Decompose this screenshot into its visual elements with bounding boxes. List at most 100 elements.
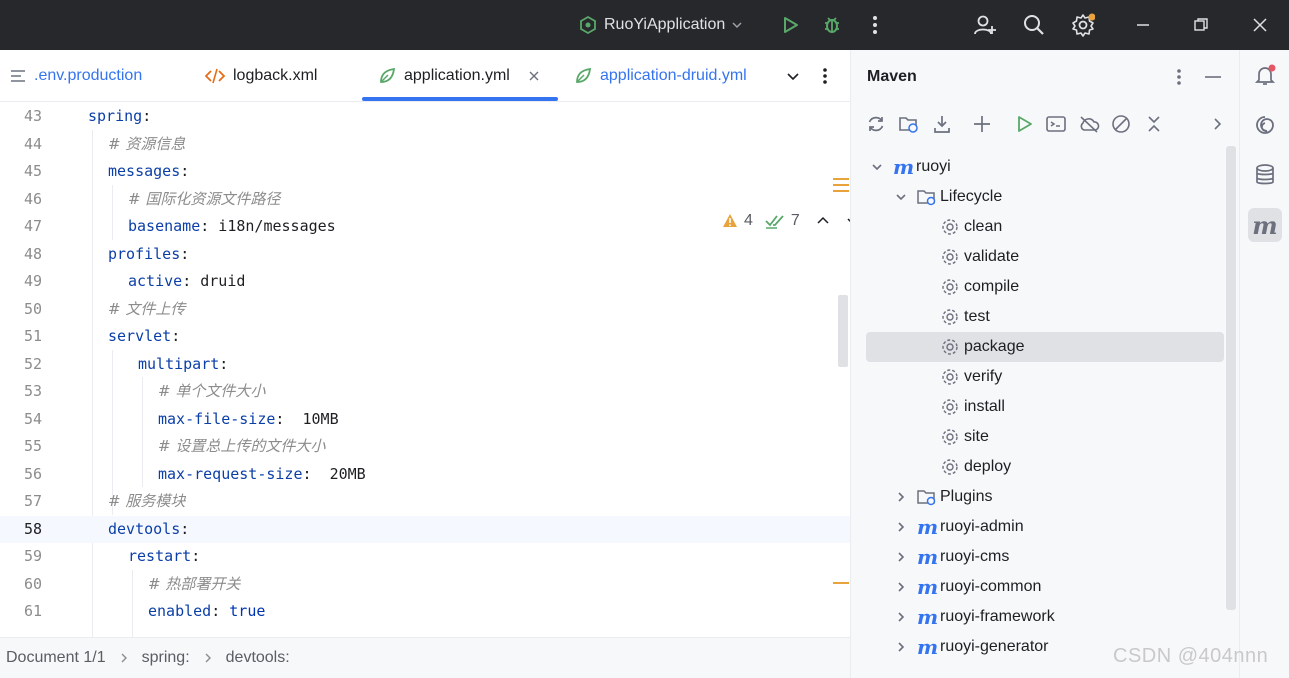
yaml-key: multipart [138, 354, 220, 373]
execute-goal-button[interactable] [1044, 112, 1068, 136]
yaml-separator: : [180, 162, 190, 180]
ai-spiral-icon [1256, 116, 1274, 134]
run-configuration-label: RuoYiApplication [604, 16, 726, 33]
tree-item-goal-test[interactable]: test [866, 302, 1224, 332]
tree-item-ruoyi[interactable]: m ruoyi [866, 152, 1224, 182]
ai-assistant-button[interactable] [1248, 108, 1282, 142]
tree-item-lifecycle[interactable]: Lifecycle [866, 182, 1224, 212]
close-tab-icon[interactable] [528, 70, 540, 82]
chevron-down-icon[interactable] [870, 160, 884, 174]
bug-icon [825, 17, 839, 33]
settings-button[interactable] [1070, 12, 1096, 38]
download-icon [934, 116, 950, 133]
close-window-button[interactable] [1247, 12, 1273, 38]
chevron-up-icon[interactable] [816, 214, 830, 228]
tree-item-goal-validate[interactable]: validate [866, 242, 1224, 272]
tab-application-druid-yml[interactable]: application-druid.yml [574, 50, 747, 102]
editor-scrollbar-thumb[interactable] [838, 295, 848, 367]
hide-panel-icon[interactable] [1205, 75, 1221, 79]
maven-tool-button[interactable]: m [1248, 208, 1282, 242]
maven-toolbar [851, 108, 1239, 140]
close-icon [1253, 18, 1267, 32]
tree-item-goal-verify[interactable]: verify [866, 362, 1224, 392]
search-everywhere-button[interactable] [1021, 12, 1047, 38]
tree-item-module-ruoyi-cms[interactable]: m ruoyi-cms [866, 542, 1224, 572]
tab-application-yml[interactable]: application.yml [378, 50, 540, 102]
chevron-right-icon[interactable] [894, 490, 908, 504]
skip-tests-button[interactable] [1109, 112, 1133, 136]
chevron-right-icon[interactable] [894, 520, 908, 534]
toolbar-overflow-button[interactable] [1206, 112, 1230, 136]
debug-button[interactable] [819, 12, 845, 38]
tree-item-module-ruoyi-common[interactable]: m ruoyi-common [866, 572, 1224, 602]
tab-logback-xml[interactable]: logback.xml [205, 50, 317, 102]
breadcrumb-document[interactable]: Document 1/1 [6, 649, 106, 667]
chevron-right-icon[interactable] [894, 610, 908, 624]
tree-item-goal-site[interactable]: site [866, 422, 1224, 452]
collapse-all-button[interactable] [1142, 112, 1166, 136]
yaml-separator: : [182, 272, 192, 290]
tree-item-label: validate [964, 248, 1020, 265]
warning-marker[interactable] [833, 582, 849, 584]
inspection-widget[interactable]: 4 7 [722, 212, 851, 230]
chevron-right-icon[interactable] [894, 640, 908, 654]
warning-marker[interactable] [833, 190, 849, 192]
code-line: 56 max-request-size: 20MB [0, 461, 851, 489]
generate-sources-button[interactable] [897, 112, 921, 136]
plus-icon [974, 116, 990, 132]
yaml-comment: # 文件上传 [108, 299, 186, 318]
line-number: 53 [23, 382, 42, 400]
tree-item-label: site [964, 428, 989, 445]
active-tab-indicator [362, 97, 558, 101]
warning-marker[interactable] [833, 184, 849, 186]
more-actions-button[interactable] [862, 12, 888, 38]
run-button[interactable] [777, 12, 803, 38]
yaml-separator: : [302, 464, 312, 483]
code-editor[interactable]: 43 spring: 44 # 资源信息 45 messages: 46 # 国际化资源… [0, 103, 851, 637]
chevron-right-icon[interactable] [894, 550, 908, 564]
add-project-button[interactable] [970, 112, 994, 136]
tree-item-label: Plugins [940, 488, 993, 505]
warning-marker[interactable] [833, 178, 849, 180]
run-configuration-selector[interactable]: RuoYiApplication [578, 14, 743, 36]
restore-button[interactable] [1188, 12, 1214, 38]
tree-item-goal-compile[interactable]: compile [866, 272, 1224, 302]
tree-item-goal-package[interactable]: package [866, 332, 1224, 362]
tree-item-goal-clean[interactable]: clean [866, 212, 1224, 242]
skip-icon [1112, 115, 1130, 133]
yaml-key: basename [128, 217, 201, 235]
tree-item-goal-deploy[interactable]: deploy [866, 452, 1224, 482]
breadcrumb-spring[interactable]: spring: [142, 649, 190, 667]
line-number: 58 [23, 519, 42, 538]
tree-item-module-ruoyi-framework[interactable]: m ruoyi-framework [866, 602, 1224, 632]
code-with-me-button[interactable] [972, 12, 998, 38]
tree-item-module-ruoyi-admin[interactable]: m ruoyi-admin [866, 512, 1224, 542]
run-maven-build-button[interactable] [1012, 112, 1036, 136]
tab-env-production[interactable]: .env.production [10, 50, 142, 102]
vertical-dots-icon[interactable] [1176, 68, 1182, 86]
tree-item-label: ruoyi-cms [940, 548, 1010, 565]
minimize-button[interactable] [1130, 12, 1156, 38]
breadcrumb-devtools[interactable]: devtools: [226, 649, 290, 667]
tab-list-dropdown[interactable] [786, 50, 800, 102]
chevron-down-icon[interactable] [894, 190, 908, 204]
tree-item-goal-install[interactable]: install [866, 392, 1224, 422]
code-line: 49 active: druid [0, 268, 851, 296]
notifications-button[interactable] [1248, 58, 1282, 92]
reload-button[interactable] [864, 112, 888, 136]
chevron-right-icon[interactable] [894, 580, 908, 594]
play-icon [1018, 116, 1032, 132]
tab-more-button[interactable] [822, 50, 828, 102]
tree-item-plugins[interactable]: Plugins [866, 482, 1224, 512]
tree-item-label: verify [964, 368, 1003, 385]
database-button[interactable] [1248, 158, 1282, 192]
line-number: 59 [23, 547, 42, 565]
yaml-separator: : [219, 354, 229, 373]
warning-count: 4 [744, 212, 753, 229]
toggle-offline-button[interactable] [1077, 112, 1101, 136]
code-line: 60 # 热部署开关 [0, 571, 851, 599]
line-number: 47 [23, 217, 42, 235]
download-sources-button[interactable] [930, 112, 954, 136]
maven-tree-scrollbar[interactable] [1226, 146, 1236, 610]
line-number: 49 [23, 272, 42, 290]
